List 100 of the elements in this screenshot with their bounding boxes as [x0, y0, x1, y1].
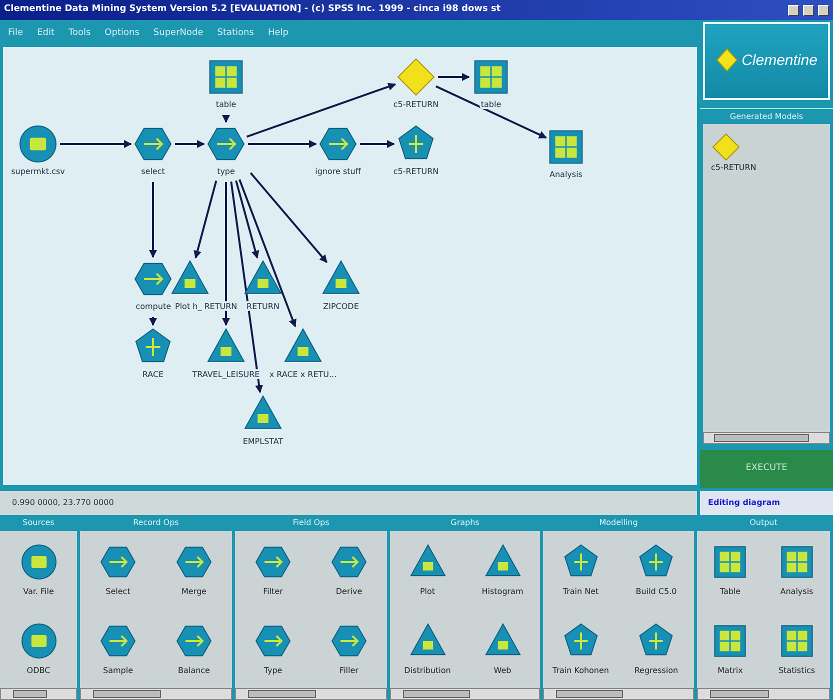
- close-button[interactable]: [818, 4, 829, 16]
- palette-item-label[interactable]: ODBC: [26, 664, 50, 677]
- source-node-icon[interactable]: [20, 126, 56, 162]
- palette-item-label[interactable]: Statistics: [778, 664, 816, 677]
- logo-text: Clementine: [742, 50, 818, 71]
- connection-arrow: [149, 317, 157, 326]
- output-node-icon[interactable]: [209, 60, 243, 94]
- palette-item-label[interactable]: Regression: [634, 664, 678, 677]
- horizontal-scrollbar[interactable]: [235, 688, 387, 700]
- maximize-button[interactable]: [803, 4, 814, 16]
- node-label: table: [216, 100, 236, 109]
- node-label: supermkt.csv: [11, 167, 65, 176]
- scrollbar-thumb[interactable]: [710, 690, 769, 698]
- node-label: type: [217, 167, 235, 176]
- palette-item-label[interactable]: Filter: [263, 586, 283, 598]
- node-label: ZIPCODE: [323, 302, 359, 311]
- scrollbar-thumb[interactable]: [714, 434, 809, 442]
- connection-arrow: [175, 140, 205, 148]
- output-node-icon[interactable]: [474, 60, 508, 94]
- connection-arrow: [248, 140, 317, 148]
- connection-arrow: [438, 73, 470, 81]
- graph-node-icon[interactable]: [410, 544, 446, 576]
- node-label: table: [480, 100, 502, 109]
- process-node-icon[interactable]: [100, 626, 136, 656]
- graph-node-icon[interactable]: [322, 260, 360, 294]
- palette-item-label[interactable]: Distribution: [404, 664, 451, 677]
- graph-node-icon[interactable]: [484, 544, 520, 576]
- scrollbar-thumb[interactable]: [556, 690, 624, 698]
- model-node-icon[interactable]: [398, 125, 434, 160]
- model-node-icon[interactable]: [639, 544, 674, 577]
- node-label: ignore stuff: [315, 167, 361, 176]
- process-node-icon[interactable]: [255, 626, 291, 656]
- output-node-icon[interactable]: [549, 130, 583, 164]
- window-title: Clementine Data Mining System Version 5.2 [EVALUATION] - (c) SPSS Inc. 1999 - cinca i98 dows st: [4, 3, 501, 16]
- source-node-icon[interactable]: [21, 623, 56, 658]
- process-node-icon[interactable]: [100, 547, 136, 578]
- process-node-icon[interactable]: [319, 128, 357, 160]
- node-label: EMPLSTAT: [242, 437, 284, 446]
- horizontal-scrollbar[interactable]: [697, 688, 830, 700]
- palette-item-label[interactable]: Type: [264, 664, 282, 677]
- palette-item-label[interactable]: Web: [494, 664, 512, 677]
- graph-node-icon[interactable]: [207, 328, 245, 362]
- horizontal-scrollbar[interactable]: [543, 688, 694, 700]
- graph-node-icon[interactable]: [171, 260, 209, 294]
- model-node-icon[interactable]: [135, 328, 171, 362]
- palette-item-label[interactable]: Sample: [103, 664, 133, 677]
- palette-item-label[interactable]: Matrix: [718, 664, 743, 677]
- graph-node-icon[interactable]: [244, 394, 282, 429]
- palette-item-label[interactable]: Select: [106, 586, 130, 598]
- palette-item-label[interactable]: Train Net: [562, 586, 599, 598]
- graph-node-icon[interactable]: [410, 622, 446, 655]
- connection-arrow: [360, 140, 395, 148]
- model-node-icon[interactable]: [639, 623, 674, 656]
- process-node-icon[interactable]: [207, 128, 245, 160]
- palette-item-label[interactable]: Filler: [340, 664, 358, 677]
- graph-node-icon[interactable]: [284, 328, 322, 362]
- horizontal-scrollbar[interactable]: [80, 688, 232, 700]
- output-node-icon[interactable]: [780, 624, 813, 657]
- connection-arrow: [60, 140, 132, 148]
- model-label: c5-RETURN: [711, 162, 756, 174]
- scrollbar-thumb[interactable]: [403, 690, 470, 698]
- palette-item-label[interactable]: Derive: [336, 586, 362, 598]
- output-node-icon[interactable]: [714, 546, 746, 578]
- source-node-icon[interactable]: [21, 544, 56, 580]
- output-node-icon[interactable]: [780, 546, 813, 578]
- scrollbar-thumb[interactable]: [248, 690, 316, 698]
- graph-node-icon[interactable]: [484, 622, 520, 655]
- process-node-icon[interactable]: [134, 128, 172, 160]
- palette-item-label[interactable]: Merge: [182, 586, 206, 598]
- palette-item-label[interactable]: Histogram: [482, 586, 524, 598]
- scrollbar-thumb[interactable]: [13, 690, 47, 698]
- horizontal-scrollbar[interactable]: [390, 688, 540, 700]
- process-node-icon[interactable]: [331, 626, 367, 656]
- model-node-icon[interactable]: [564, 623, 598, 656]
- palette-item-label[interactable]: Plot: [420, 586, 436, 598]
- palette-item-label[interactable]: Build C5.0: [636, 586, 677, 598]
- logo-icon: [716, 48, 738, 74]
- graph-node-icon[interactable]: [244, 260, 282, 294]
- node-label: x RACE x RETU...: [269, 370, 337, 379]
- model-node-icon[interactable]: [564, 544, 598, 577]
- palette-item-label[interactable]: Balance: [178, 664, 210, 677]
- horizontal-scrollbar[interactable]: [703, 432, 830, 444]
- palette-item-label[interactable]: Var. File: [23, 586, 54, 598]
- process-node-icon[interactable]: [176, 626, 212, 656]
- process-node-icon[interactable]: [176, 547, 212, 578]
- palette-item-label[interactable]: Table: [720, 586, 741, 598]
- minimize-button[interactable]: [788, 4, 799, 16]
- process-node-icon[interactable]: [255, 547, 291, 578]
- horizontal-scrollbar[interactable]: [0, 688, 77, 700]
- node-label: compute: [136, 302, 171, 311]
- palette-item-label[interactable]: Analysis: [780, 586, 814, 598]
- node-label: Analysis: [550, 170, 582, 179]
- output-node-icon[interactable]: [714, 624, 746, 657]
- status-text: 0.990 0000, 23.770 0000: [12, 497, 114, 509]
- node-label: RACE: [142, 370, 164, 379]
- generated-model-icon[interactable]: [397, 58, 435, 96]
- scrollbar-thumb[interactable]: [93, 690, 160, 698]
- process-node-icon[interactable]: [134, 262, 172, 296]
- palette-item-label[interactable]: Train Kohonen: [552, 664, 609, 677]
- process-node-icon[interactable]: [331, 547, 367, 578]
